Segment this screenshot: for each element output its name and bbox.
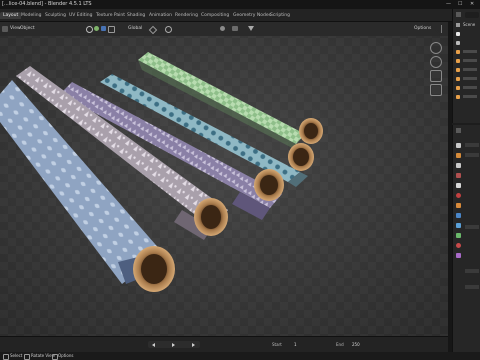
- camera-view-icon[interactable]: [430, 70, 442, 82]
- timeline[interactable]: Start 1 End 250: [0, 336, 448, 353]
- object-name-1[interactable]: [463, 50, 477, 53]
- object-icon-6[interactable]: [456, 95, 460, 99]
- tab-animation[interactable]: Animation: [146, 12, 175, 19]
- filter-icon[interactable]: [248, 26, 254, 31]
- object-name-4[interactable]: [463, 77, 477, 80]
- object-name-2[interactable]: [463, 59, 477, 62]
- title-bar: [...lice-04.blend] - Blender 4.5.1 LTS —…: [0, 0, 480, 9]
- grid-view-icon[interactable]: [430, 84, 442, 96]
- output-tab-icon[interactable]: [456, 163, 461, 168]
- editor-type-icon[interactable]: [2, 26, 8, 32]
- end-frame-value[interactable]: 250: [352, 342, 360, 347]
- gizmo-icon[interactable]: [94, 26, 99, 31]
- menu-object[interactable]: Object: [20, 25, 35, 33]
- material-tab-icon[interactable]: [456, 243, 461, 248]
- object-icon-4[interactable]: [456, 77, 460, 81]
- render-tab-icon[interactable]: [456, 153, 461, 158]
- view-layer-tab-icon[interactable]: [456, 173, 461, 178]
- options-dropdown[interactable]: Options: [414, 25, 431, 33]
- physics-tab-icon[interactable]: [456, 233, 461, 238]
- outliner-editor-icon[interactable]: [456, 12, 461, 17]
- transform-pivot-icon[interactable]: [86, 26, 93, 33]
- outliner-search-input[interactable]: [465, 12, 479, 18]
- close-button[interactable]: ✕: [470, 1, 474, 7]
- tab-shading[interactable]: Shading: [124, 12, 148, 19]
- texture-tab-icon[interactable]: [456, 253, 461, 258]
- status-options: Options: [58, 353, 74, 358]
- object-name-5[interactable]: [463, 86, 477, 89]
- properties-row-2[interactable]: [465, 153, 479, 157]
- render-scene: [0, 22, 448, 336]
- object-name-3[interactable]: [463, 68, 477, 71]
- jump-end-icon[interactable]: [192, 343, 195, 347]
- properties-panel: [452, 125, 480, 360]
- header-divider: [441, 25, 444, 33]
- maximize-button[interactable]: ☐: [458, 1, 462, 7]
- end-frame-label: End: [336, 342, 344, 347]
- viewport-3d[interactable]: [0, 22, 448, 336]
- status-bar: Select Rotate View Options: [0, 352, 480, 360]
- pan-icon[interactable]: [430, 56, 442, 68]
- properties-row-4[interactable]: [465, 269, 479, 273]
- modifier-tab-icon[interactable]: [456, 213, 461, 218]
- proportional-edit-icon[interactable]: [165, 26, 172, 33]
- jump-start-icon[interactable]: [152, 343, 155, 347]
- object-icon-5[interactable]: [456, 86, 460, 90]
- particles-tab-icon[interactable]: [456, 223, 461, 228]
- mouse-middle-icon: [24, 354, 30, 360]
- object-icon-1[interactable]: [456, 50, 460, 54]
- object-mode-icon[interactable]: [108, 26, 115, 33]
- minimize-button[interactable]: —: [446, 1, 451, 7]
- viewport-header: View Object Global Options: [0, 22, 448, 36]
- status-select: Select: [10, 353, 23, 358]
- properties-editor-icon[interactable]: [456, 128, 461, 133]
- tab-texture-paint[interactable]: Texture Paint: [93, 12, 128, 19]
- tab-compositing[interactable]: Compositing: [198, 12, 232, 19]
- properties-row-3[interactable]: [465, 225, 479, 229]
- outliner-scene-label: Scene: [463, 22, 476, 27]
- visibility-icon[interactable]: [220, 26, 225, 31]
- collection-icon-2[interactable]: [456, 41, 460, 45]
- world-tab-icon[interactable]: [456, 193, 461, 198]
- overlay-icon[interactable]: [232, 26, 238, 31]
- tool-tab-icon[interactable]: [456, 143, 461, 148]
- snap-icon[interactable]: [148, 25, 158, 35]
- object-tab-icon[interactable]: [456, 203, 461, 208]
- tab-sculpting[interactable]: Sculpting: [42, 12, 69, 19]
- properties-row-1[interactable]: [465, 143, 479, 147]
- object-icon-2[interactable]: [456, 59, 460, 63]
- mouse-left-icon: [3, 354, 9, 360]
- orientation-dropdown[interactable]: Global: [128, 25, 142, 33]
- start-frame-label: Start: [272, 342, 282, 347]
- window-title: [...lice-04.blend] - Blender 4.5.1 LTS: [2, 1, 92, 7]
- tab-scripting[interactable]: Scripting: [267, 12, 293, 19]
- properties-row-5[interactable]: [465, 285, 479, 289]
- viewport-nav-gizmo[interactable]: [426, 42, 444, 96]
- workspace-bar: Layout Modeling Sculpting UV Editing Tex…: [0, 9, 480, 22]
- tab-rendering[interactable]: Rendering: [172, 12, 201, 19]
- scene-collection-icon: [456, 23, 460, 27]
- select-mode-icon[interactable]: [101, 26, 106, 31]
- tab-modeling[interactable]: Modeling: [18, 12, 44, 19]
- scene-tab-icon[interactable]: [456, 183, 461, 188]
- start-frame-value[interactable]: 1: [294, 342, 297, 347]
- zoom-icon[interactable]: [430, 42, 442, 54]
- object-name-6[interactable]: [463, 95, 477, 98]
- collection-icon[interactable]: [456, 32, 460, 36]
- outliner-panel: Scene: [452, 9, 480, 123]
- play-icon[interactable]: [172, 343, 175, 347]
- tab-uv-editing[interactable]: UV Editing: [66, 12, 95, 19]
- object-icon-3[interactable]: [456, 68, 460, 72]
